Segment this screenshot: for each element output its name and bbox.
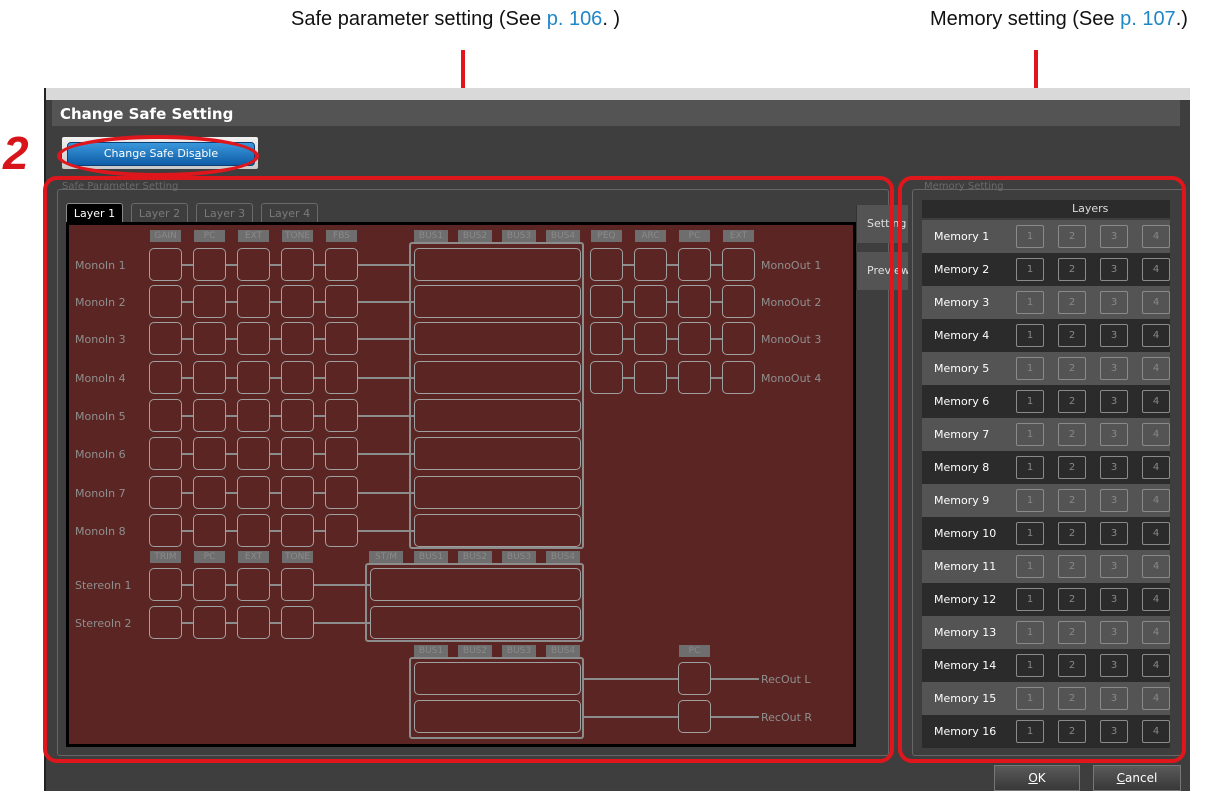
window-frame-top xyxy=(44,88,1190,100)
page-link[interactable]: p. 107 xyxy=(1120,8,1176,30)
callout-text: Safe parameter setting (See xyxy=(291,8,547,30)
ok-label-rest: K xyxy=(1037,771,1046,785)
memory-highlight-box xyxy=(898,176,1186,763)
step-number: 2 xyxy=(3,127,29,179)
callout-tail: .) xyxy=(1175,8,1188,30)
ok-button[interactable]: OK xyxy=(994,765,1080,791)
cancel-label-rest: ancel xyxy=(1125,771,1158,785)
safe-parameter-callout: Safe parameter setting (See p. 106. ) xyxy=(291,8,620,31)
page-link[interactable]: p. 106 xyxy=(547,8,603,30)
ok-mnemonic: O xyxy=(1028,771,1038,785)
dialog-title: Change Safe Setting xyxy=(60,105,234,123)
callout-tail: . ) xyxy=(602,8,621,30)
cancel-button[interactable]: Cancel xyxy=(1093,765,1181,791)
callout-text: Memory setting (See xyxy=(930,8,1121,30)
safe-highlight-box xyxy=(43,176,894,763)
cancel-mnemonic: C xyxy=(1116,771,1126,785)
highlight-oval xyxy=(57,135,259,177)
memory-setting-callout: Memory setting (See p. 107.) xyxy=(930,8,1188,31)
